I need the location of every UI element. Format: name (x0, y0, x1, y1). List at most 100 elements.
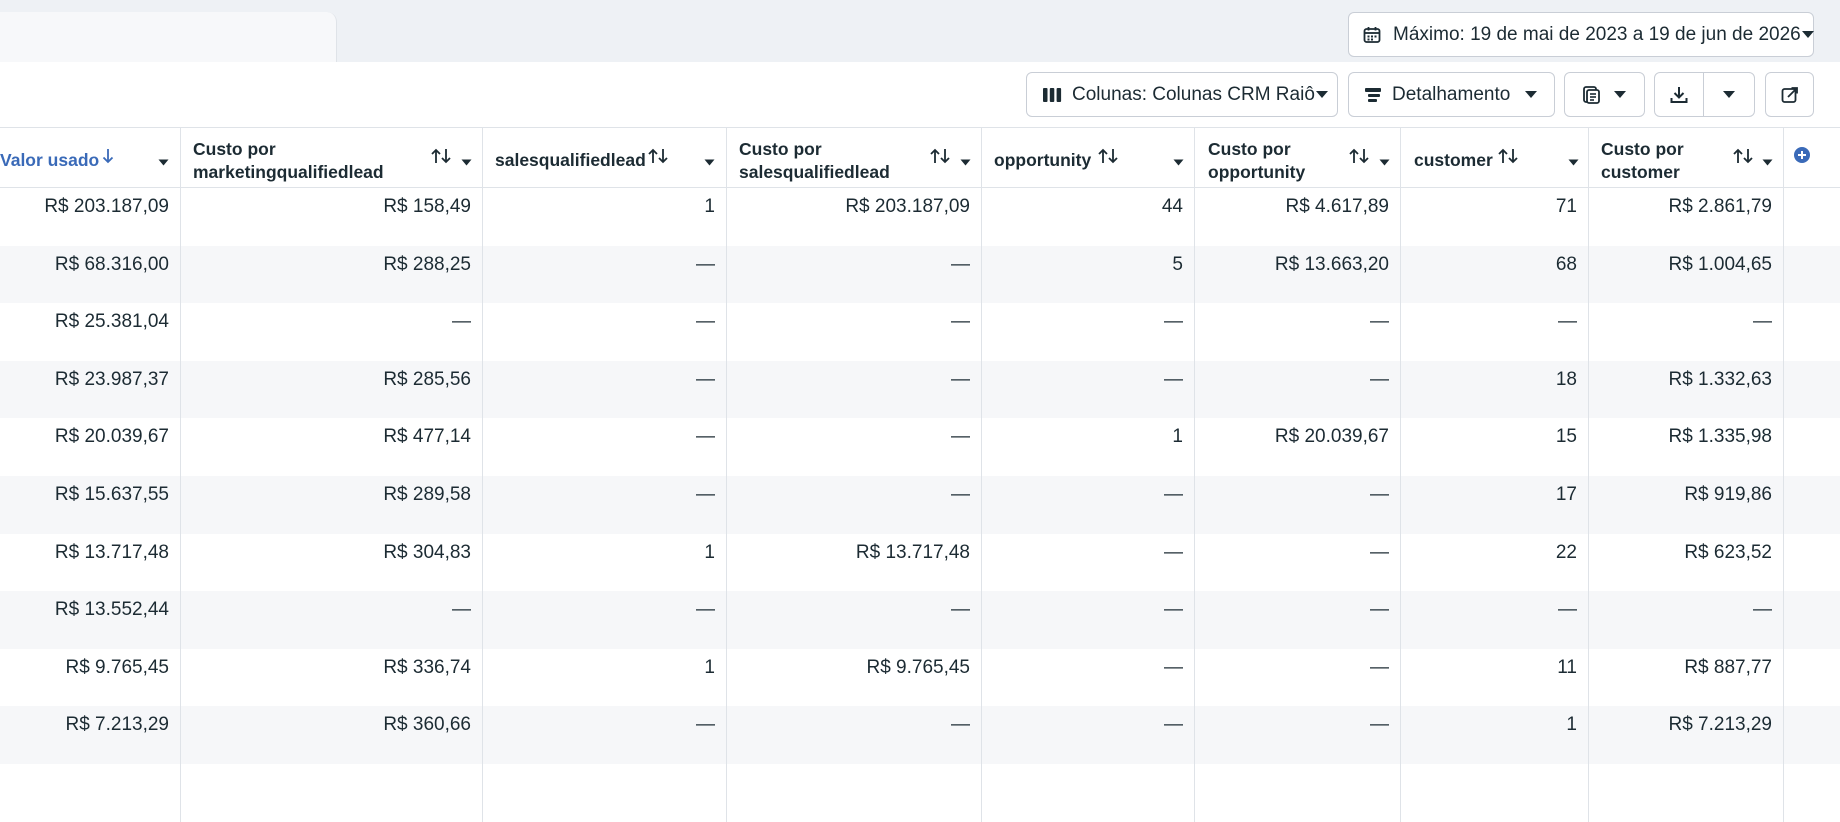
table-cell-custo_customer (1589, 764, 1784, 822)
table-cell-custo_sql: — (727, 303, 982, 361)
add-column-icon[interactable] (1793, 146, 1811, 169)
columns-button[interactable]: Colunas: Colunas CRM Raiô (1026, 72, 1338, 117)
table-cell-sql: — (483, 245, 727, 304)
table-cell-sql: — (483, 303, 727, 361)
date-range-picker[interactable]: Máximo: 19 de mai de 2023 a 19 de jun de… (1348, 12, 1814, 57)
table-cell-opportunity: — (982, 476, 1195, 534)
sort-icon[interactable] (1497, 148, 1519, 169)
table-row: R$ 23.987,37 R$ 285,56— — — —18 R$ 1.332,63 (0, 360, 1840, 419)
table-cell-customer: 15 (1401, 418, 1589, 476)
chevron-down-icon[interactable] (1568, 153, 1579, 171)
table-cell-opportunity: — (982, 706, 1195, 764)
arrow-down-icon[interactable] (102, 148, 114, 169)
table-cell-custo_customer: R$ 2.861,79 (1589, 188, 1784, 246)
table-row: R$ 13.552,44— — — — — — — (0, 591, 1840, 649)
table-cell-customer: 18 (1401, 360, 1589, 419)
table-cell-custo_sql: — (727, 418, 982, 476)
table-row: R$ 9.765,45 R$ 336,74 1 R$ 9.765,45— —11 R$ 8… (0, 648, 1840, 707)
table-cell-custo_opp: R$ 20.039,67 (1195, 418, 1401, 476)
column-header-opportunity[interactable]: opportunity (982, 128, 1195, 188)
table-cell-customer (1401, 764, 1589, 822)
column-title: Custo por marketingqualifiedlead (193, 138, 384, 184)
table-cell-custo_sql: R$ 203.187,09 (727, 188, 982, 246)
column-title: customer (1414, 150, 1493, 170)
date-range-label: Máximo: 19 de mai de 2023 a 19 de jun de… (1393, 23, 1801, 45)
table-cell-sql: — (483, 418, 727, 476)
sort-icon[interactable] (929, 148, 951, 169)
table-row: R$ 13.717,48 R$ 304,83 1 R$ 13.717,48— —22 R$… (0, 533, 1840, 592)
chevron-down-icon (1613, 90, 1627, 99)
table-cell-opportunity: — (982, 360, 1195, 419)
sort-icon[interactable] (1348, 148, 1370, 169)
sort-icon[interactable] (647, 148, 669, 169)
breakdown-button[interactable]: Detalhamento (1348, 72, 1555, 117)
column-header-custo-sql[interactable]: Custo por salesqualifiedlead (727, 128, 982, 188)
sort-icon[interactable] (1097, 148, 1119, 169)
column-title: Custo por salesqualifiedlead (739, 138, 890, 184)
table-cell-valor_usado: R$ 13.552,44 (0, 591, 181, 649)
columns-icon (1042, 86, 1062, 104)
data-table: Valor usado Custo por marketingqualified… (0, 127, 1840, 822)
table-cell-custo_customer: R$ 887,77 (1589, 648, 1784, 707)
table-cell-valor_usado: R$ 7.213,29 (0, 706, 181, 764)
table-cell-opportunity: 5 (982, 245, 1195, 304)
sort-icon[interactable] (1732, 148, 1754, 169)
chevron-down-icon[interactable] (158, 153, 169, 171)
table-cell-customer: 11 (1401, 648, 1589, 707)
table-cell-sql: — (483, 360, 727, 419)
table-row: R$ 68.316,00 R$ 288,25— —5 R$ 13.663,20 68 R$… (0, 245, 1840, 304)
column-header-custo-customer[interactable]: Custo por customer (1589, 128, 1784, 188)
table-cell-sql: — (483, 706, 727, 764)
chevron-down-icon (1315, 90, 1329, 99)
table-cell-custo_opp (1195, 764, 1401, 822)
tab-area (0, 12, 337, 62)
column-title: opportunity (994, 150, 1092, 170)
table-cell-custo_mql: R$ 158,49 (181, 188, 483, 246)
chevron-down-icon[interactable] (960, 153, 971, 171)
reports-button[interactable] (1564, 72, 1645, 117)
table-cell-custo_mql: — (181, 591, 483, 649)
table-cell-valor_usado (0, 764, 181, 822)
table-cell-custo_mql: R$ 304,83 (181, 533, 483, 592)
chevron-down-icon[interactable] (1704, 90, 1754, 99)
table-cell-customer: 68 (1401, 245, 1589, 304)
chevron-down-icon[interactable] (461, 153, 472, 171)
table-cell-custo_sql (727, 764, 982, 822)
table-cell-custo_mql: R$ 336,74 (181, 648, 483, 707)
table-cell-custo_customer: R$ 623,52 (1589, 533, 1784, 592)
chevron-down-icon[interactable] (1762, 153, 1773, 171)
table-cell-custo_customer: R$ 1.335,98 (1589, 418, 1784, 476)
table-cell-custo_sql: — (727, 245, 982, 304)
table-cell-customer: — (1401, 303, 1589, 361)
column-header-valor-usado[interactable]: Valor usado (0, 128, 181, 188)
table-cell-custo_opp: — (1195, 591, 1401, 649)
table-cell-custo_mql: R$ 360,66 (181, 706, 483, 764)
column-header-custo-mql[interactable]: Custo por marketingqualifiedlead (181, 128, 483, 188)
calendar-icon (1363, 26, 1381, 44)
column-title: salesqualifiedlead (495, 150, 646, 170)
table-cell-custo_mql: R$ 288,25 (181, 245, 483, 304)
chevron-down-icon (1801, 30, 1815, 39)
table-cell-custo_sql: R$ 9.765,45 (727, 648, 982, 707)
toolbar: Colunas: Colunas CRM Raiô Detalhamento (0, 62, 1840, 127)
table-cell-sql: 1 (483, 188, 727, 246)
sort-icon[interactable] (430, 148, 452, 169)
table-cell-custo_sql: — (727, 476, 982, 534)
chevron-down-icon[interactable] (704, 153, 715, 171)
column-header-sql[interactable]: salesqualifiedlead (483, 128, 727, 188)
table-cell-customer: 1 (1401, 706, 1589, 764)
table-cell-valor_usado: R$ 13.717,48 (0, 533, 181, 592)
table-cell-custo_opp: — (1195, 303, 1401, 361)
share-button[interactable] (1765, 72, 1814, 117)
table-cell-valor_usado: R$ 25.381,04 (0, 303, 181, 361)
table-cell-custo_sql: — (727, 706, 982, 764)
export-button[interactable] (1654, 72, 1755, 117)
column-header-custo-opportunity[interactable]: Custo por opportunity (1195, 128, 1401, 188)
column-title-line: opportunity (1208, 162, 1306, 182)
column-header-customer[interactable]: customer (1401, 128, 1589, 188)
table-cell-custo_mql: R$ 289,58 (181, 476, 483, 534)
table-cell-opportunity: — (982, 591, 1195, 649)
reports-icon (1581, 85, 1601, 105)
chevron-down-icon[interactable] (1379, 153, 1390, 171)
chevron-down-icon[interactable] (1173, 153, 1184, 171)
